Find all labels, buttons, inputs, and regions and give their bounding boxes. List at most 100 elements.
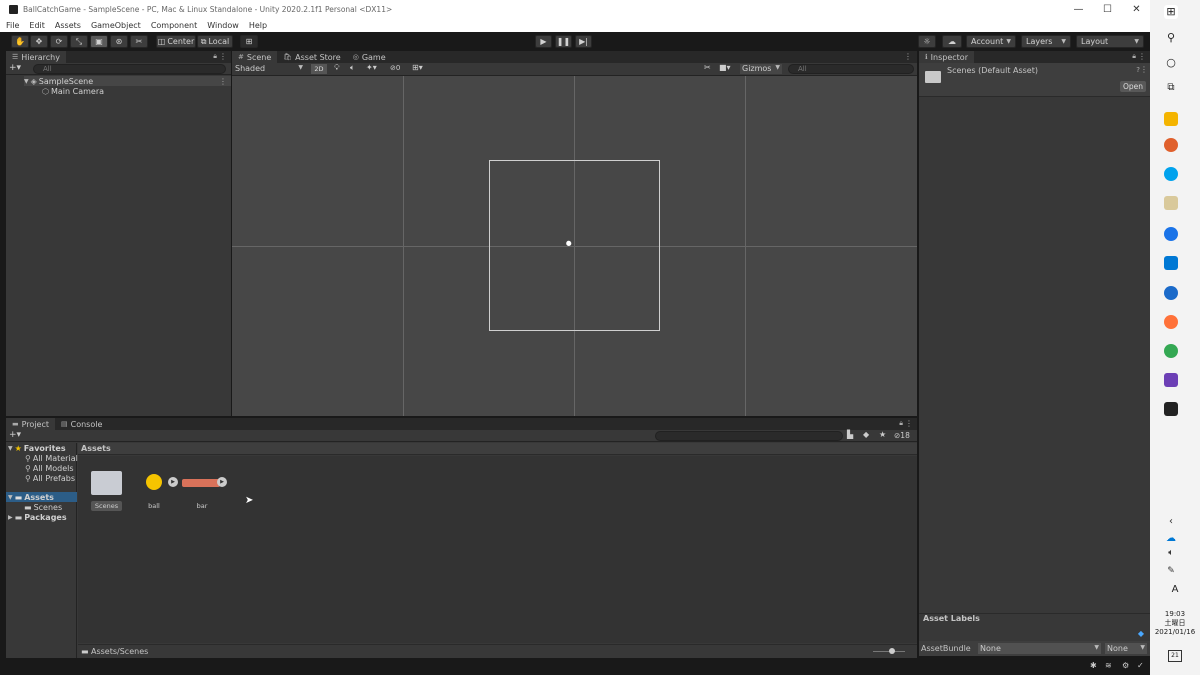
collab-button[interactable]: ☼ bbox=[918, 35, 936, 48]
hidden-objects-toggle[interactable]: ⊘0 bbox=[390, 64, 400, 72]
lighting-icon[interactable]: 💡︎ bbox=[334, 63, 340, 73]
panel-menu-icon[interactable]: ⋮ bbox=[905, 419, 913, 428]
tab-project[interactable]: ▬ Project bbox=[6, 418, 55, 430]
open-button[interactable]: Open bbox=[1120, 81, 1146, 92]
windows-start-icon[interactable]: ⊞ bbox=[1164, 5, 1178, 19]
move-tool-button[interactable]: ✥ bbox=[30, 35, 48, 48]
chevron-up-icon[interactable]: ‹ bbox=[1164, 515, 1178, 529]
2d-toggle[interactable]: 2D bbox=[311, 64, 327, 74]
ball-sprite-icon[interactable] bbox=[146, 474, 162, 490]
pause-button[interactable]: ❚❚ bbox=[555, 35, 572, 48]
panel-menu-icon[interactable]: ⋮ bbox=[219, 52, 227, 61]
rect-tool-button[interactable]: ▣ bbox=[90, 35, 108, 48]
clock[interactable]: 19:03 土曜日 2021/01/16 bbox=[1150, 610, 1200, 637]
check-icon[interactable]: ✓ bbox=[1137, 661, 1144, 670]
hidden-packages-toggle[interactable]: ⊘18 bbox=[894, 431, 910, 440]
volume-icon[interactable]: 🔈︎ bbox=[1164, 546, 1178, 560]
lock-icon[interactable]: 🔒︎ bbox=[899, 419, 903, 428]
assets-folder-row[interactable]: ▼ ▬ Assets bbox=[6, 492, 77, 502]
unity-icon[interactable] bbox=[1164, 402, 1178, 416]
tag-icon[interactable]: ◆ bbox=[1138, 629, 1144, 638]
tab-game[interactable]: ◎ Game bbox=[347, 51, 392, 63]
create-asset-button[interactable]: +▾ bbox=[9, 430, 21, 440]
account-dropdown[interactable]: Account ▼ bbox=[966, 35, 1016, 48]
notification-center-icon[interactable]: 21 bbox=[1168, 650, 1182, 662]
app-icon[interactable] bbox=[1164, 138, 1178, 152]
layout-dropdown[interactable]: Layout ▼ bbox=[1076, 35, 1144, 48]
tab-inspector[interactable]: ℹ Inspector bbox=[919, 51, 974, 63]
favorite-item[interactable]: ⚲ All Models bbox=[25, 463, 74, 473]
pivot-local-toggle[interactable]: ⧉ Local bbox=[197, 35, 233, 48]
vscode-icon[interactable] bbox=[1164, 256, 1178, 270]
tab-console[interactable]: ▤ Console bbox=[55, 418, 108, 430]
maps-icon[interactable] bbox=[1164, 227, 1178, 241]
grid-toggle-icon[interactable]: ⊞▾ bbox=[412, 63, 423, 72]
hierarchy-item[interactable]: ⬡ Main Camera bbox=[42, 86, 104, 96]
audio-icon[interactable]: 🔈︎ bbox=[350, 63, 355, 73]
camera-icon[interactable]: ■▾ bbox=[719, 63, 731, 72]
step-button[interactable]: ▶| bbox=[575, 35, 592, 48]
menu-help[interactable]: Help bbox=[249, 21, 267, 30]
firefox-icon[interactable] bbox=[1164, 315, 1178, 329]
effects-icon[interactable]: ✦▾ bbox=[366, 63, 377, 72]
onedrive-icon[interactable]: ☁ bbox=[1164, 532, 1178, 546]
menu-assets[interactable]: Assets bbox=[55, 21, 81, 30]
hierarchy-search-input[interactable]: All bbox=[33, 64, 226, 74]
rotate-tool-button[interactable]: ⟳ bbox=[50, 35, 68, 48]
search-by-type-icon[interactable]: ▙ bbox=[847, 430, 853, 439]
icon-size-slider-handle[interactable] bbox=[889, 648, 895, 654]
transform-tool-button[interactable]: ⊛ bbox=[110, 35, 128, 48]
menu-window[interactable]: Window bbox=[207, 21, 239, 30]
assetbundle-dropdown[interactable]: None ▼ bbox=[978, 643, 1101, 654]
pivot-center-toggle[interactable]: ◫ Center bbox=[156, 35, 196, 48]
chrome-icon[interactable] bbox=[1164, 344, 1178, 358]
close-button[interactable]: ✕ bbox=[1122, 0, 1150, 19]
task-view-icon[interactable]: ⧉ bbox=[1164, 81, 1178, 95]
bug-icon[interactable]: ✱ bbox=[1090, 661, 1097, 670]
layers-dropdown[interactable]: Layers ▼ bbox=[1021, 35, 1071, 48]
assets-breadcrumb[interactable]: Assets bbox=[78, 443, 917, 455]
folder-row[interactable]: ▬ Scenes bbox=[24, 502, 62, 512]
component-menu-icon[interactable]: ⋮ bbox=[1140, 65, 1148, 74]
scene-viewport[interactable]: ⏺ bbox=[232, 76, 917, 416]
cloud-button[interactable]: ☁ bbox=[942, 35, 962, 48]
search-icon[interactable]: ⚲ bbox=[1164, 31, 1178, 45]
file-explorer-icon[interactable] bbox=[1164, 112, 1178, 126]
expand-sprite-button[interactable]: ▶ bbox=[168, 477, 178, 487]
menu-gameobject[interactable]: GameObject bbox=[91, 21, 141, 30]
maximize-button[interactable]: ☐ bbox=[1093, 0, 1122, 19]
visual-studio-icon[interactable] bbox=[1164, 373, 1178, 387]
panel-menu-icon[interactable]: ⋮ bbox=[904, 52, 912, 61]
asset-label-ball[interactable]: ball bbox=[138, 502, 170, 510]
minimize-button[interactable]: — bbox=[1064, 0, 1093, 19]
favorite-item[interactable]: ⚲ All Prefabs bbox=[25, 473, 75, 483]
scale-tool-button[interactable]: ⤡ bbox=[70, 35, 88, 48]
tools-icon[interactable]: ✂ bbox=[704, 63, 711, 72]
settings-icon[interactable]: ⚙ bbox=[1122, 661, 1129, 670]
favorites-row[interactable]: ▼ ★ Favorites bbox=[8, 443, 66, 453]
project-search-input[interactable] bbox=[655, 431, 843, 441]
panel-menu-icon[interactable]: ⋮ bbox=[1138, 52, 1146, 61]
tab-hierarchy[interactable]: ☰ Hierarchy bbox=[6, 51, 66, 63]
expand-sprite-button[interactable]: ▶ bbox=[217, 477, 227, 487]
menu-edit[interactable]: Edit bbox=[29, 21, 45, 30]
scene-row[interactable]: ▼ ◈ SampleScene ⋮ bbox=[24, 76, 231, 86]
asset-label-scenes[interactable]: Scenes bbox=[91, 501, 122, 511]
scene-menu-icon[interactable]: ⋮ bbox=[219, 77, 227, 86]
tab-asset-store[interactable]: 🛍︎ Asset Store bbox=[277, 51, 346, 63]
cortana-icon[interactable]: ○ bbox=[1164, 56, 1178, 70]
gizmos-dropdown[interactable]: Gizmos ▼ bbox=[740, 64, 782, 74]
layers-icon[interactable]: ≋ bbox=[1105, 661, 1112, 670]
skype-icon[interactable] bbox=[1164, 167, 1178, 181]
menu-file[interactable]: File bbox=[6, 21, 19, 30]
custom-tool-button[interactable]: ✂ bbox=[130, 35, 148, 48]
lock-icon[interactable]: 🔒︎ bbox=[213, 52, 217, 61]
variant-dropdown[interactable]: None ▼ bbox=[1105, 643, 1147, 654]
paint-icon[interactable] bbox=[1164, 196, 1178, 210]
pen-icon[interactable]: ✎ bbox=[1164, 564, 1178, 578]
packages-folder-row[interactable]: ▶ ▬ Packages bbox=[8, 512, 67, 522]
menu-component[interactable]: Component bbox=[151, 21, 197, 30]
hand-tool-button[interactable]: ✋ bbox=[11, 35, 29, 48]
favorite-star-icon[interactable]: ★ bbox=[879, 430, 886, 439]
camera-gizmo-icon[interactable]: ⏺ bbox=[566, 238, 580, 249]
